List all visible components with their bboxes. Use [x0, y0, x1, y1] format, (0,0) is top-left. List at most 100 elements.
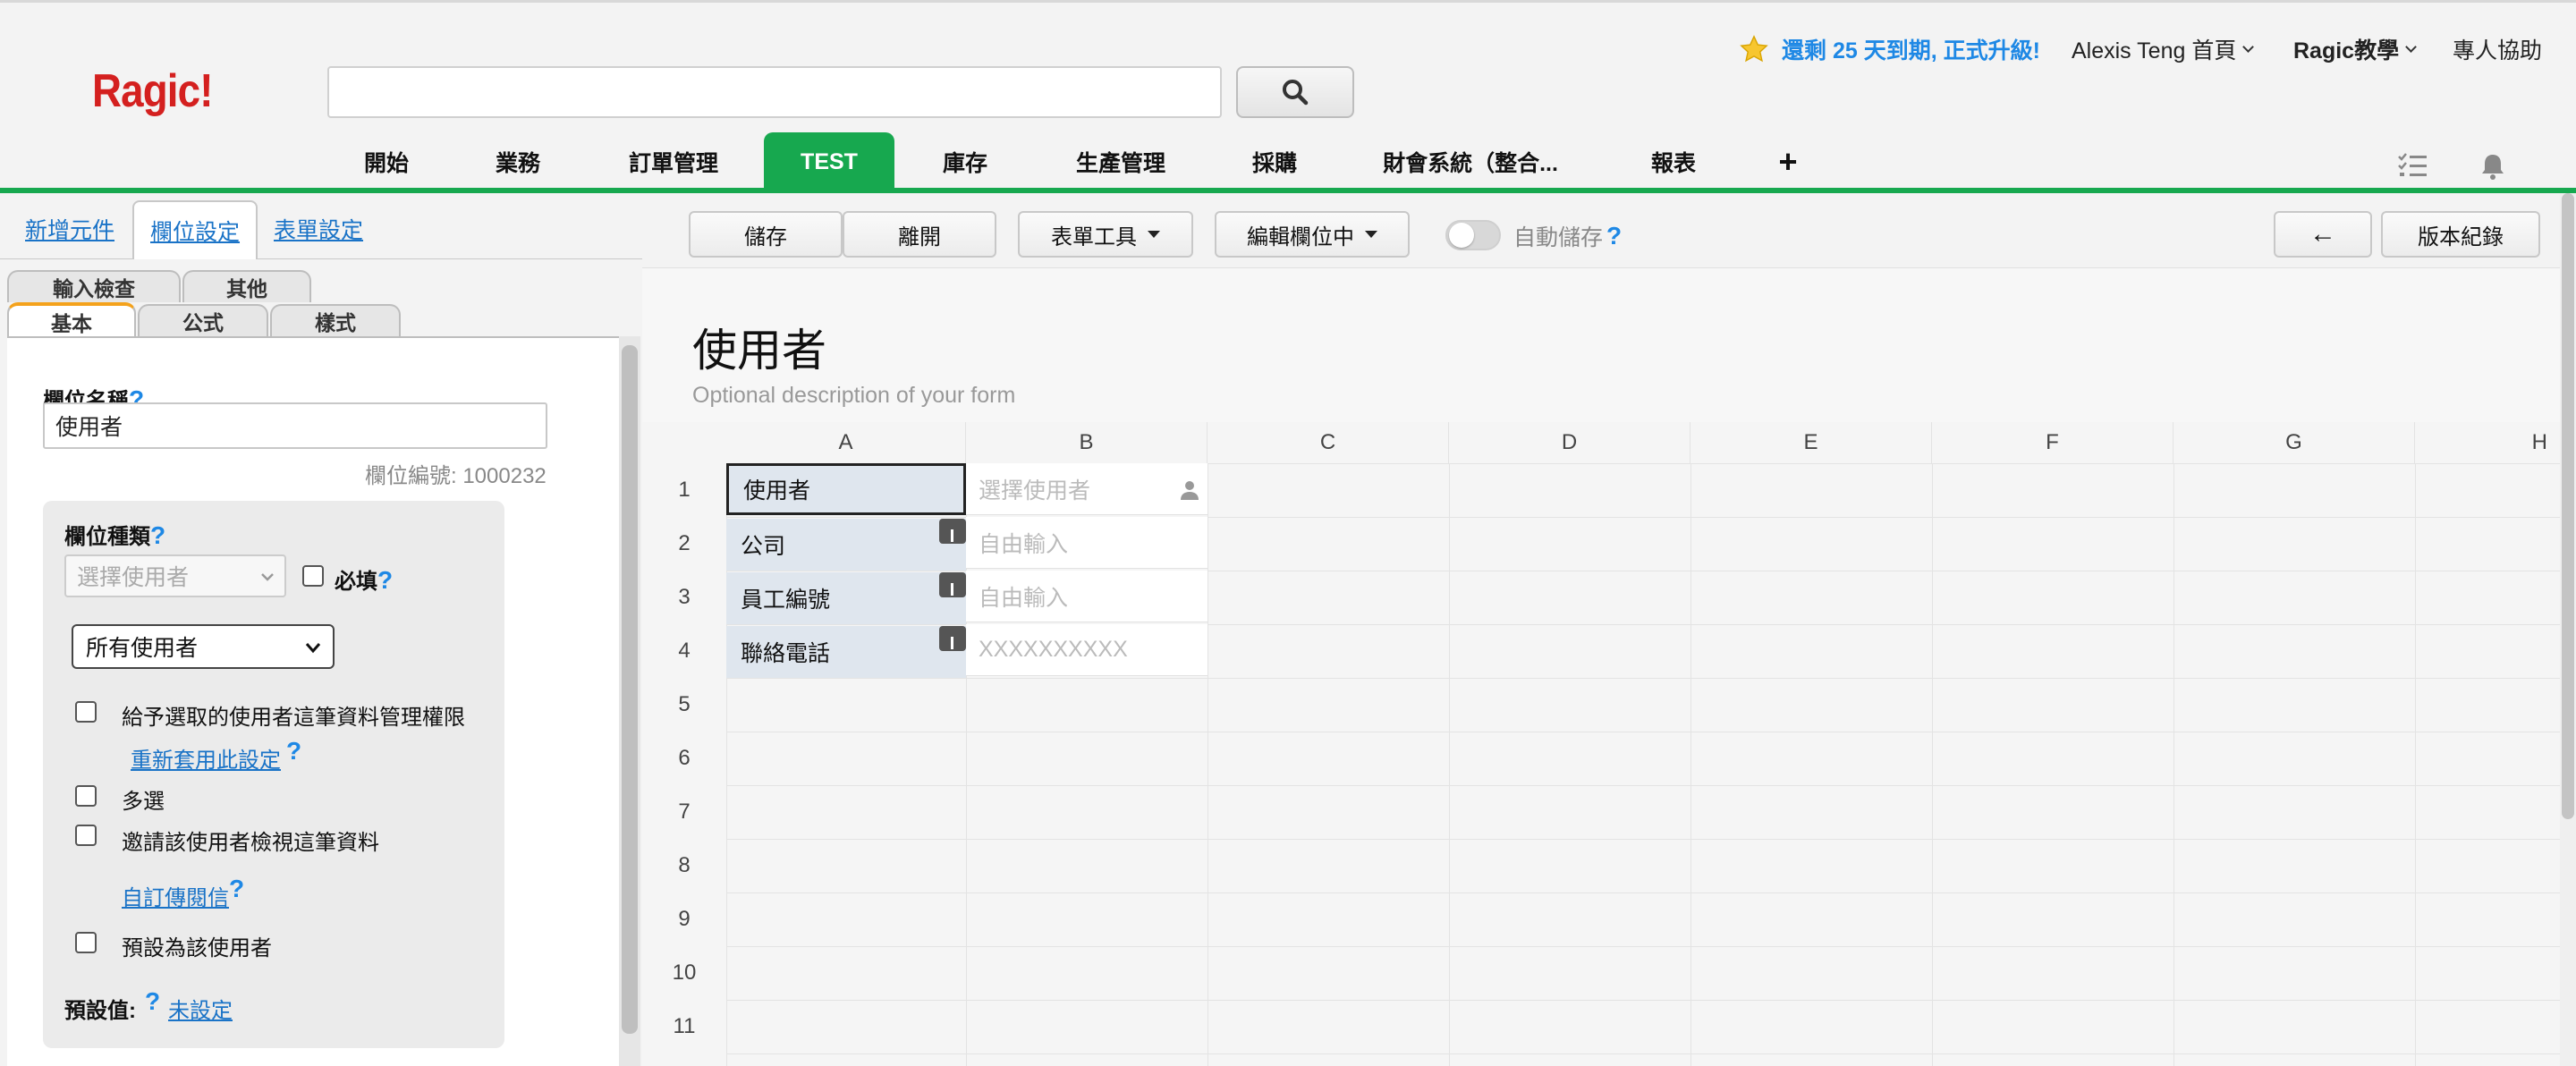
help-icon[interactable]: ?	[150, 521, 165, 549]
row-header-10[interactable]: 10	[642, 946, 726, 1000]
row-header-7[interactable]: 7	[642, 785, 726, 839]
grant-rights-checkbox[interactable]	[75, 701, 97, 723]
editing-fields-button[interactable]: 編輯欄位中	[1215, 211, 1410, 258]
text-input-field[interactable]: 自由輸入	[966, 517, 1208, 569]
help-icon[interactable]: ?	[1606, 222, 1622, 250]
page-scrollbar[interactable]	[2560, 193, 2576, 1066]
help-icon[interactable]: ?	[145, 987, 160, 1016]
grid-line	[726, 1000, 2560, 1001]
column-header-e[interactable]: E	[1690, 422, 1932, 463]
save-button[interactable]: 儲存	[689, 211, 843, 258]
column-header-d[interactable]: D	[1449, 422, 1690, 463]
scrollbar-thumb[interactable]	[2562, 193, 2574, 819]
tab-add-element[interactable]: 新增元件	[25, 213, 114, 245]
column-header-h[interactable]: H	[2415, 422, 2560, 463]
nav-tab-production[interactable]: 生產管理	[1073, 132, 1168, 191]
required-checkbox[interactable]	[302, 565, 324, 587]
column-header-c[interactable]: C	[1208, 422, 1449, 463]
form-tools-button[interactable]: 表單工具	[1018, 211, 1193, 258]
subtab-other[interactable]: 其他	[182, 270, 311, 302]
add-tab-button[interactable]: +	[1775, 132, 1801, 191]
subtab-formula[interactable]: 公式	[138, 304, 268, 336]
upgrade-text[interactable]: 還剩 25 天到期, 正式升級!	[1782, 33, 2040, 65]
invite-view-checkbox[interactable]	[75, 825, 97, 846]
default-user-checkbox[interactable]	[75, 932, 97, 953]
left-panel-scrollbar[interactable]	[619, 336, 640, 1066]
column-header-g[interactable]: G	[2174, 422, 2415, 463]
row-header-6[interactable]: 6	[642, 732, 726, 785]
grid-line	[2415, 463, 2416, 1066]
user-icon[interactable]	[1179, 479, 1200, 501]
tutorial-label: Ragic教學	[2293, 38, 2400, 63]
scrollbar-thumb[interactable]	[622, 345, 638, 1034]
column-header-f[interactable]: F	[1932, 422, 2174, 463]
field-label-cell[interactable]: 公司	[726, 519, 966, 571]
field-settings-panel: 新增元件 欄位設定 表單設定 輸入檢查 其他 基本 公式 樣式 欄位名稱? 使用…	[0, 193, 642, 1066]
row-header-5[interactable]: 5	[642, 678, 726, 732]
search-input[interactable]	[327, 66, 1222, 118]
row-header-3[interactable]: 3	[642, 571, 726, 624]
tab-field-settings[interactable]: 欄位設定	[132, 200, 258, 259]
nav-tab-reports[interactable]: 報表	[1651, 132, 1696, 191]
help-icon[interactable]: ?	[377, 566, 393, 594]
user-scope-select[interactable]: 所有使用者	[72, 624, 335, 669]
nav-tab-purchasing[interactable]: 採購	[1252, 132, 1297, 191]
search-icon	[1283, 80, 1309, 106]
default-value-link[interactable]: 未設定	[168, 993, 233, 1024]
form-title[interactable]: 使用者	[692, 315, 826, 379]
user-home-menu[interactable]: Alexis Teng 首頁	[2072, 34, 2255, 64]
leave-button[interactable]: 離開	[843, 211, 996, 258]
field-marker-icon[interactable]	[939, 519, 966, 544]
field-label-cell[interactable]: 使用者	[726, 463, 966, 515]
subtab-style[interactable]: 樣式	[270, 304, 401, 336]
multiple-checkbox[interactable]	[75, 785, 97, 807]
phone-input-field[interactable]: XXXXXXXXXX	[966, 624, 1208, 676]
autosave-toggle[interactable]	[1445, 220, 1501, 250]
chevron-down-icon	[261, 573, 274, 581]
tab-form-settings[interactable]: 表單設定	[274, 213, 363, 245]
checklist-icon[interactable]	[2397, 152, 2428, 179]
help-icon[interactable]: ?	[286, 737, 301, 766]
user-select-field[interactable]: 選擇使用者	[966, 463, 1208, 515]
row-header-4[interactable]: 4	[642, 624, 726, 678]
field-marker-icon[interactable]	[939, 626, 966, 651]
row-header-8[interactable]: 8	[642, 839, 726, 893]
column-header-b[interactable]: B	[966, 422, 1208, 463]
nav-tab-sales[interactable]: 業務	[488, 132, 547, 191]
row-header-2[interactable]: 2	[642, 517, 726, 571]
upgrade-link[interactable]: 還剩 25 天到期, 正式升級!	[1739, 34, 2040, 64]
ragic-logo[interactable]: Ragic!	[92, 64, 213, 118]
search-button[interactable]	[1236, 66, 1354, 118]
nav-tab-start[interactable]: 開始	[354, 132, 419, 191]
subtab-basic[interactable]: 基本	[7, 302, 136, 338]
custom-message-link[interactable]: 自訂傳閱信	[122, 880, 229, 911]
reapply-setting-link[interactable]: 重新套用此設定	[131, 742, 281, 774]
row-header-11[interactable]: 11	[642, 1000, 726, 1053]
field-label-cell[interactable]: 員工編號	[726, 572, 966, 624]
text-input-field[interactable]: 自由輸入	[966, 571, 1208, 622]
row-header-1[interactable]: 1	[642, 463, 726, 517]
version-history-button[interactable]: 版本紀錄	[2381, 211, 2540, 258]
field-name-input[interactable]: 使用者	[43, 402, 547, 449]
nav-tab-test[interactable]: TEST	[764, 132, 894, 191]
tutorial-menu[interactable]: Ragic教學	[2293, 34, 2417, 64]
field-label-cell[interactable]: 聯絡電話	[726, 626, 966, 678]
field-placeholder: 選擇使用者	[979, 478, 1091, 503]
subtab-input-check[interactable]: 輸入檢查	[7, 270, 181, 302]
back-button[interactable]: ←	[2274, 211, 2372, 258]
pro-help-link[interactable]: 專人協助	[2453, 34, 2542, 64]
row-header-9[interactable]: 9	[642, 893, 726, 946]
chevron-down-icon	[1148, 231, 1160, 238]
help-icon[interactable]: ?	[229, 875, 244, 903]
field-type-box: 欄位種類? 選擇使用者 必填? 所有使用者 給予選取的使用者這筆資料管理權限 重…	[43, 501, 504, 1048]
field-type-select[interactable]: 選擇使用者	[64, 554, 286, 597]
nav-tab-finance[interactable]: 財會系統（整合...	[1383, 132, 1558, 191]
nav-tab-inventory[interactable]: 庫存	[943, 132, 987, 191]
grid-line	[1932, 463, 1933, 1066]
nav-tab-orders[interactable]: 訂單管理	[626, 132, 721, 191]
bell-icon[interactable]	[2479, 152, 2506, 181]
form-description[interactable]: Optional description of your form	[692, 383, 1015, 409]
field-marker-icon[interactable]	[939, 572, 966, 597]
version-history-label: 版本紀錄	[2418, 224, 2504, 250]
column-header-a[interactable]: A	[726, 422, 966, 463]
